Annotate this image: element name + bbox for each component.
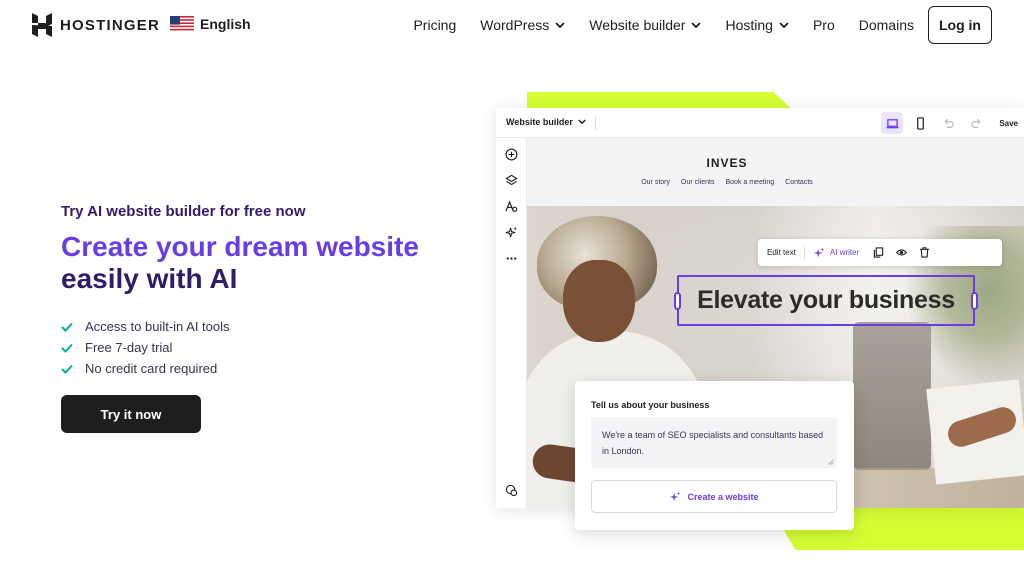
redo-button[interactable]: [965, 112, 987, 134]
add-icon: [505, 148, 517, 160]
nav-item-hosting[interactable]: Hosting: [713, 6, 800, 44]
undo-icon: [944, 118, 954, 128]
edit-toolbar-actions: [873, 247, 930, 258]
site-headline: Elevate your business: [697, 286, 955, 314]
save-button[interactable]: Save: [993, 119, 1024, 128]
hero-kicker: Try AI website builder for free now: [61, 203, 306, 220]
create-website-label: Create a website: [687, 491, 759, 502]
desktop-view-button[interactable]: [881, 112, 904, 134]
divider: [595, 117, 596, 130]
ai-sparkle-icon: [670, 491, 681, 501]
feature-label: No credit card required: [85, 361, 218, 376]
resize-handle-left[interactable]: [674, 292, 681, 310]
site-nav-item[interactable]: Our clients: [681, 179, 714, 186]
redo-icon: [971, 118, 981, 128]
chevron-down-icon: [779, 21, 789, 28]
nav-item-wordpress[interactable]: WordPress: [468, 6, 577, 44]
business-description-textarea[interactable]: We're a team of SEO specialists and cons…: [591, 417, 837, 468]
feature-list: Access to built-in AI tools Free 7-day t…: [61, 316, 230, 379]
desktop-icon: [886, 118, 899, 128]
ai-sparkle-icon: [505, 226, 517, 237]
site-preview-header: INVES Our story Our clients Book a meeti…: [527, 138, 1024, 206]
hostinger-logo-icon: [32, 13, 52, 37]
more-icon: [506, 256, 516, 260]
visibility-icon[interactable]: [896, 247, 908, 258]
nav-item-label: Pro: [812, 17, 835, 33]
language-selector[interactable]: English: [170, 16, 251, 32]
resize-grip-icon[interactable]: [828, 459, 834, 465]
list-item: Access to built-in AI tools: [61, 316, 230, 337]
undo-button[interactable]: [937, 112, 959, 134]
ai-writer-button[interactable]: AI writer: [813, 247, 859, 259]
nav-item-label: WordPress: [480, 17, 550, 33]
selected-headline[interactable]: Elevate your business: [674, 275, 978, 326]
add-element-button[interactable]: [503, 146, 519, 162]
ai-tools-button[interactable]: [503, 224, 519, 240]
layers-button[interactable]: [503, 172, 519, 188]
prompt-card-title: Tell us about your business: [591, 400, 710, 410]
nav-item-website-builder[interactable]: Website builder: [577, 6, 713, 44]
nav-item-label: Hosting: [725, 17, 773, 33]
site-nav-item[interactable]: Our story: [641, 179, 670, 186]
site-preview-nav: Our story Our clients Book a meeting Con…: [527, 179, 927, 186]
site-nav-item[interactable]: Book a meeting: [725, 179, 774, 186]
login-button[interactable]: Log in: [928, 6, 992, 44]
check-icon: [61, 343, 73, 353]
chevron-down-icon: [691, 21, 702, 28]
list-item: Free 7-day trial: [61, 337, 230, 358]
mobile-icon: [916, 116, 924, 130]
divider: [803, 246, 805, 259]
ai-assistant-button[interactable]: [503, 482, 519, 498]
nav-item-label: Domains: [858, 17, 914, 33]
builder-dropdown[interactable]: Website builder: [506, 117, 586, 127]
edit-text-button[interactable]: Edit text: [767, 248, 796, 257]
builder-tools: Save: [881, 112, 1024, 134]
mobile-view-button[interactable]: [909, 112, 931, 134]
logo-text: HOSTINGER: [60, 16, 160, 34]
site-brand: INVES: [706, 156, 748, 170]
edit-text-label: Edit text: [767, 248, 796, 257]
typography-icon: [504, 199, 517, 212]
builder-topbar: Website builder Save: [496, 108, 1024, 138]
ai-assistant-icon: [505, 484, 517, 496]
nav-item-pricing[interactable]: Pricing: [401, 6, 468, 44]
feature-label: Free 7-day trial: [85, 340, 173, 355]
textarea-value: We're a team of SEO specialists and cons…: [602, 430, 824, 456]
builder-sidebar: [496, 138, 527, 508]
builder-dropdown-label: Website builder: [506, 117, 573, 127]
nav-item-label: Website builder: [589, 17, 686, 33]
hero-title-accent: Create your dream website: [61, 231, 419, 262]
language-label: English: [200, 16, 251, 32]
typography-button[interactable]: [503, 198, 519, 214]
hero-title-rest: easily with AI: [61, 263, 238, 294]
chevron-down-icon: [555, 21, 565, 28]
try-it-now-button[interactable]: Try it now: [61, 395, 201, 433]
feature-label: Access to built-in AI tools: [85, 319, 230, 334]
check-icon: [61, 322, 73, 332]
site-nav-item[interactable]: Contacts: [785, 179, 813, 186]
more-options-button[interactable]: [503, 250, 519, 266]
text-edit-toolbar: Edit text AI writer: [758, 239, 1002, 266]
resize-handle-right[interactable]: [971, 292, 978, 310]
check-icon: [61, 364, 73, 374]
us-flag-icon: [170, 16, 194, 32]
hero-title: Create your dream website easily with AI: [61, 231, 441, 295]
layers-icon: [504, 174, 518, 185]
ai-writer-label: AI writer: [829, 248, 860, 257]
chevron-down-icon: [578, 119, 586, 125]
nav-item-label: Pricing: [413, 17, 457, 33]
create-website-button[interactable]: Create a website: [591, 480, 837, 513]
delete-icon[interactable]: [919, 247, 930, 258]
nav-item-pro[interactable]: Pro: [801, 6, 847, 44]
nav-item-domains[interactable]: Domains: [847, 6, 926, 44]
main-nav: Pricing WordPress Website builder Hostin…: [401, 6, 1024, 44]
ai-sparkle-icon: [813, 247, 825, 257]
duplicate-icon[interactable]: [873, 247, 884, 258]
hostinger-logo[interactable]: HOSTINGER: [32, 13, 160, 37]
ai-prompt-card: Tell us about your business We're a team…: [575, 381, 854, 530]
list-item: No credit card required: [61, 358, 230, 379]
site-header: HOSTINGER English Pricing WordPress Webs…: [0, 0, 1024, 50]
